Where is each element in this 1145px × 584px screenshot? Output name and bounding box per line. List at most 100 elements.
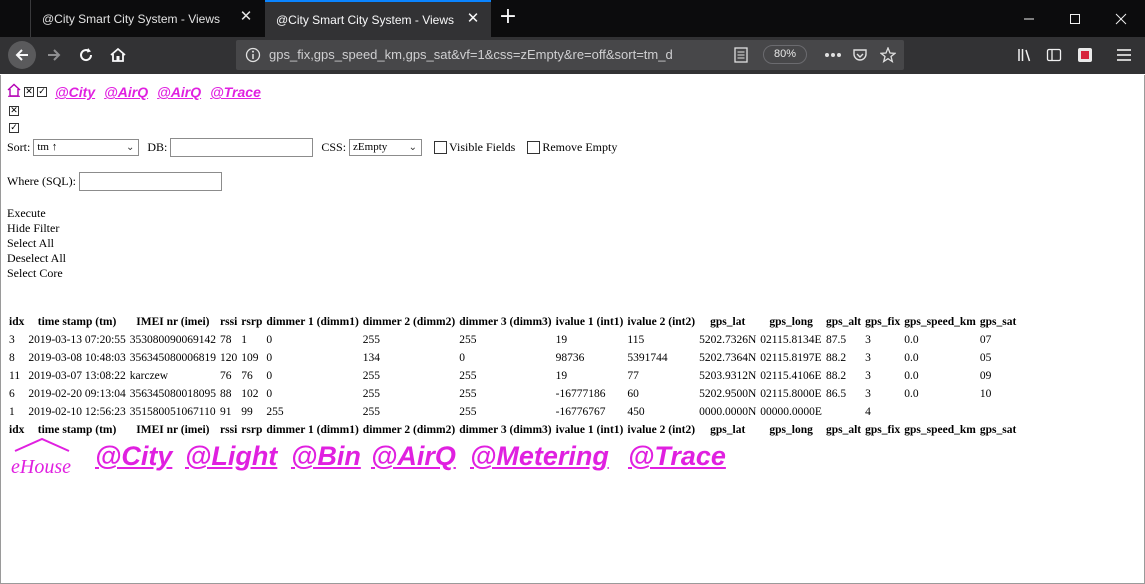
visible-fields-checkbox[interactable] [434,141,448,154]
where-label: Where (SQL): [7,174,76,188]
light-logo-link[interactable]: @Light [185,441,277,472]
table-cell: 255 [266,406,284,418]
airq-logo-link[interactable]: @AirQ [371,441,456,472]
new-tab-button[interactable]: + [494,4,522,32]
column-header[interactable]: rssi [218,313,239,331]
hide-filter-link[interactable]: Hide Filter [7,221,66,236]
column-header[interactable]: gps_sat [978,313,1018,331]
column-header[interactable]: dimmer 2 (dimm2) [361,313,457,331]
table-row[interactable]: 3 2019-03-13 07:20:55 353080090069142 78 1 0 2… [7,331,1018,349]
pocket-extension-icon[interactable] [1071,41,1099,69]
where-sql-input[interactable] [78,172,222,191]
trace-link[interactable]: @Trace [210,84,261,100]
column-header[interactable]: IMEI nr (imei) [128,313,218,331]
sort-label: Sort: [7,140,31,154]
url-text[interactable]: gps_fix,gps_speed_km,gps_sat&vf=1&css=zE… [269,47,739,62]
table-cell: 2019-03-07 13:08:22 [28,370,126,382]
column-header[interactable]: gps_long [758,313,824,331]
forward-arrow-icon[interactable] [40,41,68,69]
execute-link[interactable]: Execute [7,206,66,221]
broken-image-icon: ✕ [9,106,19,116]
column-header[interactable]: dimmer 3 (dimm3) [457,313,553,331]
table-row[interactable]: 1 2019-02-10 12:56:23 351580051067110 91 99 2… [7,403,1018,421]
table-row[interactable]: 6 2019-02-20 09:13:04 356345080018095 88 102… [7,385,1018,403]
back-arrow-icon[interactable] [8,41,36,69]
column-header[interactable]: dimmer 1 (dimm1) [264,313,360,331]
table-cell: 0 [266,388,273,400]
table-cell: 255 [459,334,477,346]
table-cell [824,403,863,421]
browser-tab-active[interactable]: @City Smart City System - Views ✕ [265,0,491,37]
table-cell: 0 [459,352,465,364]
airq-link[interactable]: @AirQ [104,84,148,100]
reader-view-icon[interactable] [730,44,752,66]
column-header[interactable]: rsrp [239,313,264,331]
column-header[interactable]: time stamp (tm) [26,313,127,331]
close-tab-icon[interactable]: ✕ [465,11,481,27]
deselect-all-link[interactable]: Deselect All [7,251,66,266]
pocket-icon[interactable] [849,44,871,66]
column-footer: dimmer 3 (dimm3) [459,424,552,436]
airq-link-2[interactable]: @AirQ [157,84,201,100]
column-header[interactable]: ivalue 2 (int2) [625,313,697,331]
sort-value: tm ↑ [37,141,58,153]
column-header[interactable]: gps_alt [824,313,863,331]
table-cell: 3 [865,352,871,364]
top-nav: ✕ ✓ @City @AirQ @AirQ @Trace [7,83,261,101]
browser-tab[interactable]: @City Smart City System - Views ✕ [30,0,264,37]
zoom-level[interactable]: 80% [763,45,807,64]
table-cell: 2019-03-13 07:20:55 [28,334,126,346]
sort-select[interactable]: tm ↑ ⌄ [33,139,140,156]
table-row[interactable]: 11 2019-03-07 13:08:22 karczew 76 76 0 255 255 1… [7,367,1018,385]
css-select[interactable]: zEmpty ⌄ [349,139,423,156]
bin-logo-link[interactable]: @Bin [291,441,361,472]
db-input[interactable] [170,138,314,157]
close-tab-icon[interactable]: ✕ [238,9,254,25]
table-cell: 0.0 [904,334,919,346]
column-header[interactable]: gps_fix [863,313,902,331]
table-cell [978,403,1018,421]
table-cell [902,403,978,421]
table-cell: 5202.7326N [699,334,757,346]
city-link[interactable]: @City [55,84,95,100]
table-cell: 3 [865,370,871,382]
table-cell: 5202.7364N [699,352,757,364]
page-actions-icon[interactable] [822,44,844,66]
remove-empty-checkbox[interactable] [527,141,541,154]
column-header[interactable]: gps_lat [697,313,758,331]
site-info-icon[interactable] [242,44,264,66]
menu-icon[interactable] [1110,41,1138,69]
city-logo-link[interactable]: @City [95,441,172,472]
table-cell: 3 [9,334,15,346]
minimize-icon[interactable] [1006,0,1052,37]
library-icon[interactable] [1010,41,1038,69]
reload-icon[interactable] [72,41,100,69]
home-link-icon[interactable] [7,83,21,101]
sidebar-icon[interactable] [1040,41,1068,69]
table-cell: 353080090069142 [129,334,217,346]
column-footer: dimmer 1 (dimm1) [266,424,359,436]
table-cell: 5202.9500N [699,388,757,400]
column-header[interactable]: ivalue 1 (int1) [554,313,626,331]
maximize-icon[interactable] [1052,0,1098,37]
trace-logo-link[interactable]: @Trace [628,441,726,472]
select-all-link[interactable]: Select All [7,236,66,251]
table-cell: 0 [266,352,273,364]
table-cell: 255 [459,406,477,418]
url-bar[interactable]: gps_fix,gps_speed_km,gps_sat&vf=1&css=zE… [236,40,904,70]
ehouse-logo[interactable]: eHouse [9,437,75,481]
metering-logo-link[interactable]: @Metering [470,441,609,472]
column-header[interactable]: idx [7,313,26,331]
bookmark-star-icon[interactable] [877,44,899,66]
table-cell: 5391744 [627,352,668,364]
table-cell: 11 [9,370,21,382]
ehouse-logo-text: eHouse [11,456,71,477]
table-cell: 0000.0000N [699,406,757,418]
close-window-icon[interactable] [1098,0,1144,37]
table-cell: 76 [241,370,253,382]
select-core-link[interactable]: Select Core [7,266,66,281]
column-header[interactable]: gps_speed_km [902,313,978,331]
table-cell: 4 [865,406,871,418]
table-row[interactable]: 8 2019-03-08 10:48:03 356345080006819 120 10… [7,349,1018,367]
home-icon[interactable] [104,41,132,69]
